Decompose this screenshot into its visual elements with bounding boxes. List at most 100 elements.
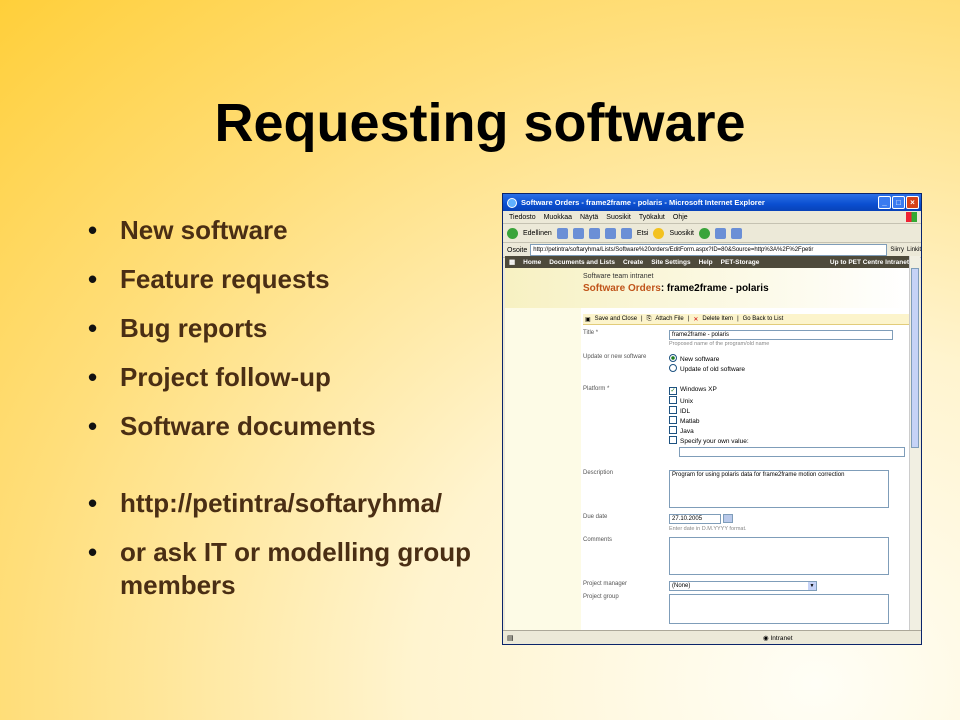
print-icon[interactable] <box>731 227 742 239</box>
comments-field[interactable] <box>669 537 889 575</box>
project-manager-select[interactable]: (None) ▼ <box>669 581 817 591</box>
delete-icon: ✕ <box>693 316 699 323</box>
nav-site-settings[interactable]: Site Settings <box>651 259 690 266</box>
item-name: : frame2frame - polaris <box>660 283 769 294</box>
nav-pet-storage[interactable]: PET-Storage <box>721 259 760 266</box>
due-date-label: Due date <box>583 514 608 520</box>
nav-documents-and-lists[interactable]: Documents and Lists <box>549 259 615 266</box>
checkbox-label: Matlab <box>680 418 700 425</box>
checkbox-icon[interactable] <box>669 416 677 424</box>
radio-new-software[interactable]: New software <box>669 354 719 363</box>
menu-view[interactable]: Näytä <box>580 214 598 221</box>
checkbox-matlab[interactable]: Matlab <box>669 416 700 425</box>
favorites-button[interactable]: Suosikit <box>669 230 694 237</box>
bullet-dot-icon: • <box>88 264 98 294</box>
nav-help[interactable]: Help <box>699 259 713 266</box>
page-title: Software Orders: frame2frame - polaris <box>583 283 769 294</box>
forward-icon[interactable] <box>556 227 568 239</box>
checkbox-label: Java <box>680 428 694 435</box>
bullet-dot-icon: • <box>88 537 98 567</box>
checkbox-checked-icon[interactable]: ✓ <box>669 387 677 395</box>
calendar-icon[interactable] <box>723 514 733 523</box>
checkbox-idl[interactable]: IDL <box>669 406 690 415</box>
checkbox-label: Specify your own value: <box>680 438 749 445</box>
checkbox-unix[interactable]: Unix <box>669 396 693 405</box>
title-hint: Proposed name of the program/old name <box>669 341 770 347</box>
comments-label: Comments <box>583 537 613 543</box>
checkbox-windows-xp[interactable]: ✓ Windows XP <box>669 386 717 395</box>
attach-file-button[interactable]: Attach File <box>655 316 683 322</box>
checkbox-icon[interactable] <box>669 426 677 434</box>
project-group-label: Project group <box>583 594 619 600</box>
checkbox-java[interactable]: Java <box>669 426 694 435</box>
links-button[interactable]: Linkit <box>907 247 921 253</box>
bullet-text: Bug reports <box>120 313 268 343</box>
search-button[interactable]: Etsi <box>637 230 649 237</box>
nav-up-to-intranet[interactable]: Up to PET Centre Intranet <box>830 259 909 266</box>
menu-file[interactable]: Tiedosto <box>509 214 536 221</box>
windows-logo-icon <box>906 212 917 222</box>
bullet-text: New software <box>120 215 288 245</box>
radio-update-old-software[interactable]: Update of old software <box>669 364 745 373</box>
menu-bar: Tiedosto Muokkaa Näytä Suosikit Työkalut… <box>503 211 921 224</box>
nav-home[interactable]: Home <box>523 259 541 266</box>
checkbox-icon[interactable] <box>669 406 677 414</box>
checkbox-icon[interactable] <box>669 396 677 404</box>
vertical-scrollbar[interactable] <box>909 256 920 630</box>
go-button[interactable]: Siirry <box>890 247 904 253</box>
menu-help[interactable]: Ohje <box>673 214 688 221</box>
refresh-icon[interactable] <box>588 227 600 239</box>
title-field[interactable]: frame2frame - polaris <box>669 330 893 340</box>
platform-own-value-field[interactable] <box>679 447 905 457</box>
menu-favorites[interactable]: Suosikit <box>606 214 631 221</box>
back-icon[interactable] <box>507 227 518 239</box>
home-icon[interactable] <box>604 227 616 239</box>
project-manager-value: (None) <box>672 583 691 589</box>
history-icon[interactable] <box>699 227 710 239</box>
address-label: Osoite <box>507 246 528 254</box>
stop-icon[interactable] <box>572 227 584 239</box>
due-date-field[interactable]: 27.10.2005 <box>669 514 721 524</box>
status-bar: ▤ ◉ Intranet <box>503 630 921 644</box>
chevron-down-icon[interactable]: ▼ <box>808 582 816 590</box>
maximize-icon[interactable]: □ <box>892 196 905 209</box>
checkbox-specify-own[interactable]: Specify your own value: <box>669 436 749 445</box>
description-field[interactable]: Program for using polaris data for frame… <box>669 470 889 508</box>
address-input[interactable]: http://petintra/softaryhma/Lists/Softwar… <box>530 244 888 256</box>
form-action-bar: ▣ Save and Close | ⎘ Attach File | ✕ Del… <box>583 314 909 325</box>
scrollbar-thumb[interactable] <box>911 268 919 448</box>
bullet-text: or ask IT or modelling group members <box>120 537 472 600</box>
menu-tools[interactable]: Työkalut <box>639 214 665 221</box>
checkbox-label: Windows XP <box>680 386 717 393</box>
search-icon[interactable] <box>620 227 632 239</box>
nav-create[interactable]: Create <box>623 259 643 266</box>
menu-edit[interactable]: Muokkaa <box>544 214 572 221</box>
save-icon: ▣ <box>585 316 591 323</box>
bullet-item-url[interactable]: • http://petintra/softaryhma/ <box>88 487 498 520</box>
ie-logo-icon <box>507 197 517 208</box>
radio-selected-icon[interactable] <box>669 354 677 362</box>
site-name: Software team intranet <box>583 273 654 280</box>
project-group-field[interactable] <box>669 594 889 624</box>
favorites-icon[interactable] <box>653 227 665 239</box>
delete-item-button[interactable]: Delete Item <box>702 316 733 322</box>
close-icon[interactable]: × <box>906 196 919 209</box>
bullet-dot-icon: • <box>88 362 98 392</box>
mail-icon[interactable] <box>715 227 726 239</box>
list-name: Software Orders <box>583 283 661 294</box>
checkbox-icon[interactable] <box>669 436 677 444</box>
page-done-icon: ▤ <box>507 634 514 642</box>
intranet-url-link[interactable]: http://petintra/softaryhma/ <box>120 488 442 518</box>
save-and-close-button[interactable]: Save and Close <box>595 316 637 322</box>
bullet-text: Software documents <box>120 411 376 441</box>
back-button[interactable]: Edellinen <box>523 230 552 237</box>
attach-icon: ⎘ <box>646 315 652 322</box>
radio-icon[interactable] <box>669 364 677 372</box>
window-title: Software Orders - frame2frame - polaris … <box>521 198 765 207</box>
platform-label: Platform * <box>583 386 610 392</box>
minimize-icon[interactable]: _ <box>878 196 891 209</box>
radio-label: New software <box>680 356 720 363</box>
go-back-to-list-button[interactable]: Go Back to List <box>743 316 784 322</box>
browser-toolbar: Edellinen Etsi Suosikit <box>503 224 921 243</box>
bullet-dot-icon: • <box>88 215 98 245</box>
